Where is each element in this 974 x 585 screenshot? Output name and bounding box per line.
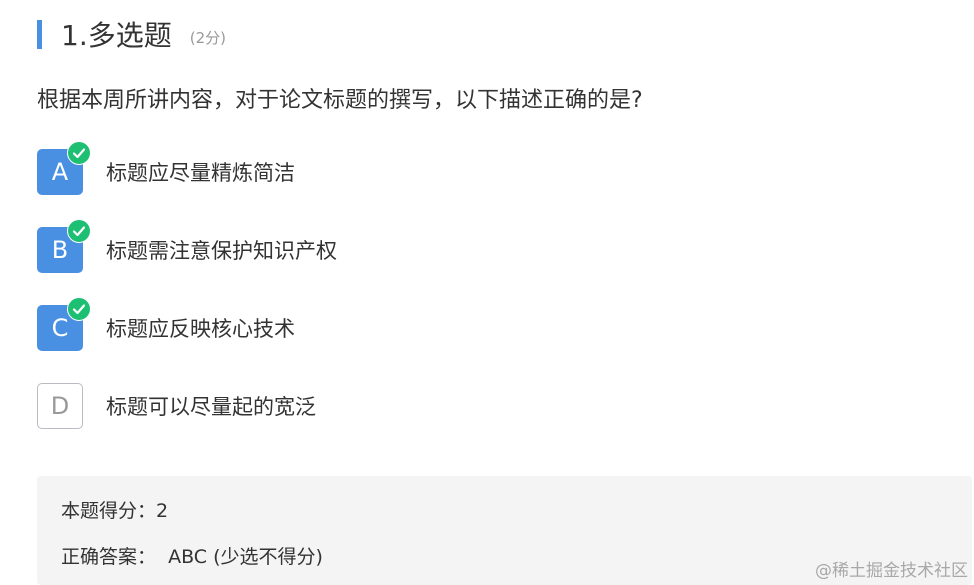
question-title: 1.多选题 — [61, 19, 172, 52]
question-header: 1.多选题 (2分) — [37, 14, 226, 54]
option-letter-box[interactable]: C — [37, 297, 91, 351]
option-letter-box[interactable]: D — [37, 383, 83, 429]
option-a[interactable]: A 标题应尽量精炼简洁 — [37, 141, 295, 195]
check-circle-icon — [67, 297, 91, 321]
title-accent-bar — [37, 19, 42, 49]
option-c[interactable]: C 标题应反映核心技术 — [37, 297, 295, 351]
question-text: 根据本周所讲内容，对于论文标题的撰写，以下描述正确的是? — [37, 88, 643, 113]
score-line: 本题得分：2 — [61, 496, 168, 523]
score-value: 2 — [156, 500, 169, 522]
option-text[interactable]: 标题需注意保护知识产权 — [106, 235, 337, 265]
option-text[interactable]: 标题应反映核心技术 — [106, 313, 295, 343]
option-text[interactable]: 标题可以尽量起的宽泛 — [106, 391, 316, 421]
option-letter: B — [51, 236, 69, 264]
option-letter: D — [50, 392, 70, 420]
check-circle-icon — [67, 141, 91, 165]
score-label: 本题得分： — [61, 500, 157, 522]
option-letter-box[interactable]: A — [37, 141, 91, 195]
watermark: @稀土掘金技术社区 — [815, 561, 968, 581]
option-letter: C — [51, 314, 69, 342]
question-score: (2分) — [189, 28, 226, 47]
option-d[interactable]: D 标题可以尽量起的宽泛 — [37, 383, 316, 429]
option-letter: A — [51, 158, 69, 186]
option-letter-box[interactable]: B — [37, 219, 91, 273]
answer-line: 正确答案： ABC (少选不得分) — [61, 542, 323, 569]
check-circle-icon — [67, 219, 91, 243]
option-text[interactable]: 标题应尽量精炼简洁 — [106, 157, 295, 187]
option-b[interactable]: B 标题需注意保护知识产权 — [37, 219, 337, 273]
answer-label: 正确答案： — [61, 546, 157, 568]
answer-value: ABC (少选不得分) — [168, 546, 323, 568]
